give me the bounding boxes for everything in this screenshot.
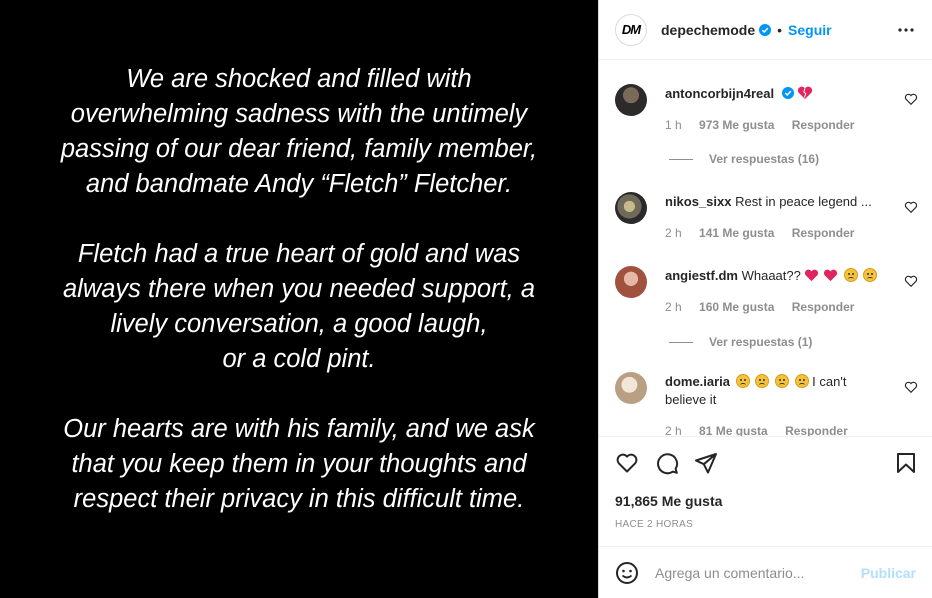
like-comment-heart-icon[interactable]: [904, 380, 918, 394]
comment-item: nikos_sixx Rest in peace legend ... 2 h …: [615, 192, 918, 252]
paragraph-1: We are shocked and filled with overwhelm…: [0, 62, 598, 202]
sad-face-emoji-icon: [794, 374, 809, 388]
image-line: that you keep them in your thoughts and: [71, 450, 527, 478]
comment-likes[interactable]: 973 Me gusta: [699, 118, 774, 132]
avatar[interactable]: [615, 192, 647, 224]
comment-item: dome.iaria I can't believe it 2 h 81 Me …: [615, 372, 918, 436]
post-image-text: We are shocked and filled with overwhelm…: [0, 62, 598, 552]
comment-content: Whaaat??: [741, 268, 801, 283]
comment-username[interactable]: antoncorbijn4real: [665, 86, 774, 101]
comment-item: antoncorbijn4real 1 h 973 Me gusta Respo…: [615, 84, 918, 194]
image-line: overwhelming sadness with the untimely: [70, 100, 528, 128]
view-replies-button[interactable]: Ver respuestas (1): [669, 335, 812, 349]
send-icon[interactable]: [694, 451, 718, 475]
image-line: or a cold pint.: [222, 345, 376, 373]
comment-text: dome.iaria I can't believe it: [665, 373, 888, 409]
image-line: and bandmate Andy “Fletch” Fletcher.: [85, 170, 513, 198]
divider: [669, 158, 693, 160]
comment-time[interactable]: 1 h: [665, 118, 682, 132]
view-replies-label: Ver respuestas (16): [709, 152, 820, 166]
sad-face-emoji-icon: [735, 374, 750, 388]
profile-avatar[interactable]: DM: [615, 13, 647, 46]
comment-icon[interactable]: [655, 451, 679, 475]
like-comment-heart-icon[interactable]: [904, 92, 918, 106]
post-header: DM depechemode • Seguir: [599, 0, 932, 60]
like-comment-heart-icon[interactable]: [904, 274, 918, 288]
comments-list[interactable]: antoncorbijn4real 1 h 973 Me gusta Respo…: [599, 60, 932, 436]
paragraph-3: Our hearts are with his family, and we a…: [0, 412, 598, 517]
image-line: always there when you needed support, a: [62, 275, 536, 303]
comment-time[interactable]: 2 h: [665, 300, 682, 314]
image-line: passing of our dear friend, family membe…: [60, 135, 538, 163]
comment-username[interactable]: angiestf.dm: [665, 268, 738, 283]
avatar[interactable]: [615, 266, 647, 298]
verified-badge-icon: [759, 23, 772, 36]
add-comment-bar: Publicar: [599, 546, 932, 598]
author-username[interactable]: depechemode: [661, 22, 755, 38]
view-replies-button[interactable]: Ver respuestas (16): [669, 152, 819, 166]
post-side-panel: DM depechemode • Seguir antoncorbijn4rea…: [598, 0, 932, 598]
reply-button[interactable]: Responder: [792, 300, 855, 314]
follow-button[interactable]: Seguir: [788, 22, 832, 38]
smiley-icon[interactable]: [615, 561, 639, 585]
comment-likes[interactable]: 160 Me gusta: [699, 300, 774, 314]
comment-input[interactable]: [655, 564, 861, 581]
view-replies-label: Ver respuestas (1): [709, 335, 813, 349]
red-heart-emoji-icon: [824, 269, 838, 282]
likes-count[interactable]: 91,865 Me gusta: [615, 493, 722, 509]
reply-button[interactable]: Responder: [792, 226, 855, 240]
comment-username[interactable]: dome.iaria: [665, 374, 730, 389]
broken-heart-emoji-icon: [798, 86, 813, 99]
image-line: respect their privacy in this difficult …: [73, 485, 525, 513]
post-image: We are shocked and filled with overwhelm…: [0, 0, 598, 598]
paragraph-2: Fletch had a true heart of gold and was …: [0, 237, 598, 377]
sad-face-emoji-icon: [863, 268, 878, 282]
comment-content: Rest in peace legend ...: [735, 194, 872, 209]
comment-item: angiestf.dm Whaaat?? 2 h 160 Me gusta Re…: [615, 266, 918, 356]
image-line: Fletch had a true heart of gold and was: [77, 240, 521, 268]
comment-text: angiestf.dm Whaaat??: [665, 267, 888, 285]
separator-dot: •: [777, 21, 783, 38]
divider: [669, 341, 693, 343]
comment-time[interactable]: 2 h: [665, 424, 682, 436]
image-line: lively conversation, a good laugh,: [110, 310, 488, 338]
avatar[interactable]: [615, 84, 647, 116]
comment-meta: 1 h 973 Me gusta Responder: [665, 118, 868, 132]
more-horizontal-icon[interactable]: [894, 18, 918, 42]
publish-button[interactable]: Publicar: [861, 565, 916, 581]
comment-meta: 2 h 81 Me gusta Responder: [665, 424, 862, 436]
comment-username[interactable]: nikos_sixx: [665, 194, 732, 209]
sad-face-emoji-icon: [755, 374, 770, 388]
comment-text: nikos_sixx Rest in peace legend ...: [665, 193, 888, 211]
comment-likes[interactable]: 141 Me gusta: [699, 226, 774, 240]
heart-icon[interactable]: [615, 451, 639, 475]
logo-text: DM: [621, 22, 641, 37]
image-line: Our hearts are with his family, and we a…: [63, 415, 535, 443]
sad-face-emoji-icon: [843, 268, 858, 282]
post-timestamp[interactable]: HACE 2 HORAS: [615, 519, 693, 530]
sad-face-emoji-icon: [774, 374, 789, 388]
comment-meta: 2 h 141 Me gusta Responder: [665, 226, 868, 240]
red-heart-emoji-icon: [805, 269, 819, 282]
comment-text: antoncorbijn4real: [665, 85, 888, 103]
reply-button[interactable]: Responder: [785, 424, 848, 436]
avatar[interactable]: [615, 372, 647, 404]
comment-likes[interactable]: 81 Me gusta: [699, 424, 768, 436]
comment-time[interactable]: 2 h: [665, 226, 682, 240]
post-dialog: We are shocked and filled with overwhelm…: [0, 0, 932, 598]
image-line: We are shocked and filled with: [126, 65, 472, 93]
reply-button[interactable]: Responder: [792, 118, 855, 132]
bookmark-icon[interactable]: [894, 451, 918, 475]
like-comment-heart-icon[interactable]: [904, 200, 918, 214]
comment-meta: 2 h 160 Me gusta Responder: [665, 300, 868, 314]
verified-badge-icon: [781, 87, 794, 99]
post-actions: 91,865 Me gusta HACE 2 HORAS: [599, 436, 932, 546]
